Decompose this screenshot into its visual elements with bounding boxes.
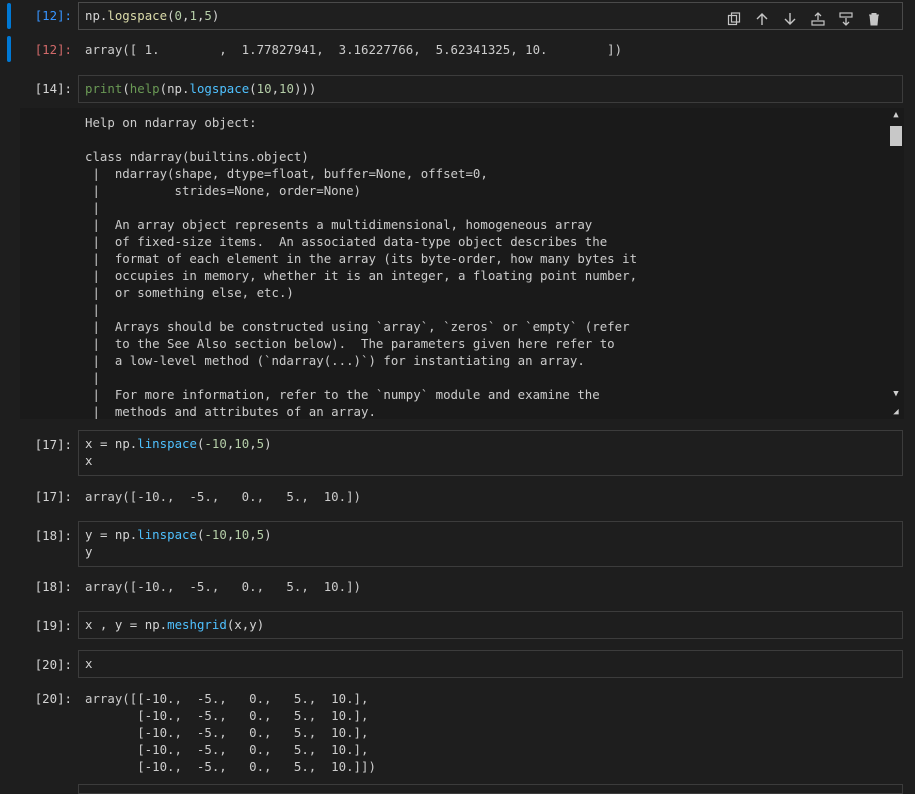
cell-19-prompt: [19]: — [34, 618, 72, 633]
cell-12-output: array([ 1. , 1.77827941, 3.16227766, 5.6… — [85, 42, 623, 57]
resize-handle-icon[interactable]: ◢ — [890, 405, 902, 419]
cell-14-prompt: [14]: — [34, 81, 72, 96]
insert-above-icon[interactable] — [808, 9, 828, 29]
code-token: meshgrid — [167, 617, 227, 632]
insert-below-icon[interactable] — [836, 9, 856, 29]
cell-17-out-prompt: [17]: — [34, 489, 72, 504]
code-cell-12[interactable]: np.logspace(0,1,5) — [78, 2, 903, 30]
code-token: linspace — [137, 527, 197, 542]
code-token: y — [85, 527, 93, 542]
code-cell-next[interactable] — [78, 784, 903, 794]
code-token: y — [249, 617, 257, 632]
scrollbar-thumb[interactable] — [890, 126, 902, 146]
scroll-up-icon[interactable]: ▲ — [890, 108, 902, 122]
code-cell-19[interactable]: x , y = np.meshgrid(x,y) — [78, 611, 903, 639]
help-output-panel[interactable]: Help on ndarray object: class ndarray(bu… — [20, 108, 904, 419]
cell-20-output: array([[-10., -5., 0., 5., 10.], [-10., … — [85, 691, 376, 774]
cell-18-prompt: [18]: — [34, 528, 72, 543]
code-cell-17[interactable]: x = np.linspace(-10,10,5) x — [78, 430, 903, 476]
code-token: x — [85, 436, 93, 451]
cell-12-prompt: [12]: — [34, 8, 72, 23]
cell-12-out-prompt: [12]: — [34, 42, 72, 57]
code-token: np — [114, 436, 130, 451]
copy-icon[interactable] — [724, 9, 744, 29]
code-token: np — [85, 8, 100, 23]
code-cell-14[interactable]: print(help(np.logspace(10,10))) — [78, 75, 903, 103]
cell-17-prompt: [17]: — [34, 437, 72, 452]
code-editor[interactable]: print(help(np.logspace(10,10))) — [85, 80, 316, 97]
cell-17-output: array([-10., -5., 0., 5., 10.]) — [85, 489, 362, 504]
cell-18-output: array([-10., -5., 0., 5., 10.]) — [85, 579, 362, 594]
code-token: np — [144, 617, 160, 632]
code-token: x — [85, 617, 93, 632]
code-token: np — [114, 527, 130, 542]
code-token: x — [234, 617, 242, 632]
code-editor[interactable]: x , y = np.meshgrid(x,y) — [85, 616, 264, 633]
code-editor[interactable]: x — [85, 655, 92, 672]
code-token: print — [85, 81, 123, 96]
code-editor[interactable]: x = np.linspace(-10,10,5) x — [85, 435, 272, 469]
code-editor[interactable]: y = np.linspace(-10,10,5) y — [85, 526, 272, 560]
code-token: y — [114, 617, 123, 632]
code-token: linspace — [137, 436, 197, 451]
cell-20-prompt: [20]: — [34, 657, 72, 672]
cell-20-out-prompt: [20]: — [34, 691, 72, 706]
code-cell-20[interactable]: x — [78, 650, 903, 678]
help-text: Help on ndarray object: class ndarray(bu… — [85, 115, 638, 419]
arrow-down-icon[interactable] — [780, 9, 800, 29]
delete-icon[interactable] — [864, 9, 884, 29]
code-token: help — [129, 81, 160, 96]
cell-18-out-prompt: [18]: — [34, 579, 72, 594]
code-token: logspace — [107, 8, 168, 23]
scrollbar[interactable]: ▲ ▼ ◢ — [888, 108, 902, 419]
cell-toolbar — [724, 9, 884, 29]
code-token: logspace — [189, 81, 250, 96]
arrow-up-icon[interactable] — [752, 9, 772, 29]
code-editor[interactable]: np.logspace(0,1,5) — [85, 7, 219, 24]
code-token: np — [167, 81, 183, 96]
scroll-down-icon[interactable]: ▼ — [890, 387, 902, 401]
code-cell-18[interactable]: y = np.linspace(-10,10,5) y — [78, 521, 903, 567]
code-token: x — [85, 453, 93, 468]
code-token: y — [85, 544, 93, 559]
